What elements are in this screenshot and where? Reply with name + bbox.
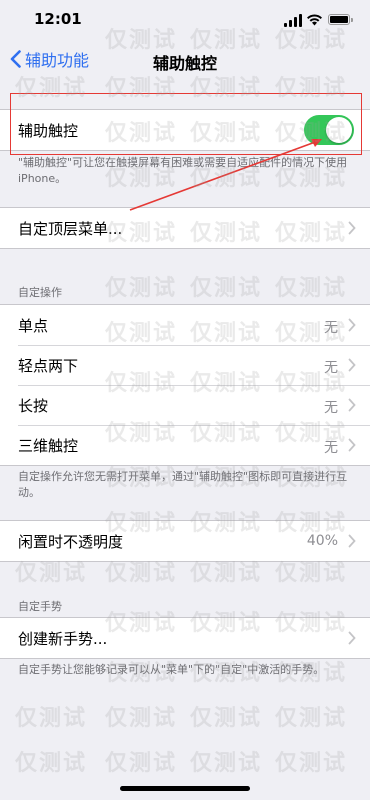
status-bar: 12:01	[0, 0, 370, 40]
action-value: 无	[324, 360, 338, 376]
battery-icon	[328, 14, 350, 25]
watermark: 仅测试	[15, 751, 88, 776]
actions-group: 单点 无 轻点两下 无 长按 无 三维触控 无	[0, 304, 370, 466]
home-indicator	[120, 786, 250, 791]
action-value: 无	[324, 320, 338, 336]
action-value: 无	[324, 440, 338, 456]
gestures-section-header: 自定手势	[18, 600, 62, 613]
chevron-right-icon	[348, 631, 356, 645]
watermark: 仅测试	[105, 706, 178, 731]
navigation-bar: 辅助功能 辅助触控	[0, 40, 370, 78]
wifi-icon	[307, 14, 322, 26]
idle-opacity-label: 闲置时不透明度	[18, 532, 124, 551]
chevron-right-icon	[348, 358, 356, 372]
watermark: 仅测试	[105, 751, 178, 776]
page-title: 辅助触控	[152, 54, 217, 73]
chevron-right-icon	[348, 534, 356, 548]
watermark: 仅测试	[275, 706, 348, 731]
actions-section-header: 自定操作	[18, 286, 62, 299]
chevron-right-icon	[348, 398, 356, 412]
opacity-group: 闲置时不透明度 40%	[0, 520, 370, 562]
status-time: 12:01	[34, 10, 82, 28]
action-row-long-press[interactable]: 长按 无	[0, 385, 370, 425]
chevron-right-icon	[348, 318, 356, 332]
action-row-3d-touch[interactable]: 三维触控 无	[0, 425, 370, 465]
custom-menu-label: 自定顶层菜单...	[18, 219, 123, 238]
watermark: 仅测试	[275, 276, 348, 301]
action-label: 轻点两下	[18, 356, 79, 375]
actions-footnote: 自定操作允许您无需打开菜单，通过"辅助触控"图标即可直接进行互动。	[18, 470, 348, 499]
custom-menu-row[interactable]: 自定顶层菜单...	[0, 208, 370, 248]
status-icons	[284, 13, 354, 27]
action-value: 无	[324, 400, 338, 416]
watermark: 仅测试	[15, 706, 88, 731]
assistive-touch-footnote: "辅助触控"可让您在触摸屏幕有困难或需要自适应配件的情况下使用 iPhone。	[18, 156, 348, 185]
action-label: 三维触控	[18, 436, 79, 455]
create-gesture-label: 创建新手势...	[18, 629, 108, 648]
action-label: 单点	[18, 316, 49, 335]
idle-opacity-row[interactable]: 闲置时不透明度 40%	[0, 521, 370, 561]
action-row-double-tap[interactable]: 轻点两下 无	[0, 345, 370, 385]
create-gesture-row[interactable]: 创建新手势...	[0, 618, 370, 658]
chevron-right-icon	[348, 221, 356, 235]
annotation-highlight-box	[10, 93, 362, 155]
action-row-single-tap[interactable]: 单点 无	[0, 305, 370, 345]
custom-menu-group: 自定顶层菜单...	[0, 207, 370, 249]
chevron-right-icon	[348, 438, 356, 452]
watermark: 仅测试	[105, 276, 178, 301]
gestures-group: 创建新手势...	[0, 617, 370, 659]
watermark: 仅测试	[190, 276, 263, 301]
watermark: 仅测试	[190, 706, 263, 731]
watermark: 仅测试	[275, 751, 348, 776]
watermark: 仅测试	[190, 751, 263, 776]
idle-opacity-value: 40%	[306, 533, 338, 549]
action-label: 长按	[18, 396, 49, 415]
battery-cap	[351, 18, 353, 22]
gestures-footnote: 自定手势让您能够记录可以从"菜单"下的"自定"中激活的手势。	[18, 663, 325, 676]
